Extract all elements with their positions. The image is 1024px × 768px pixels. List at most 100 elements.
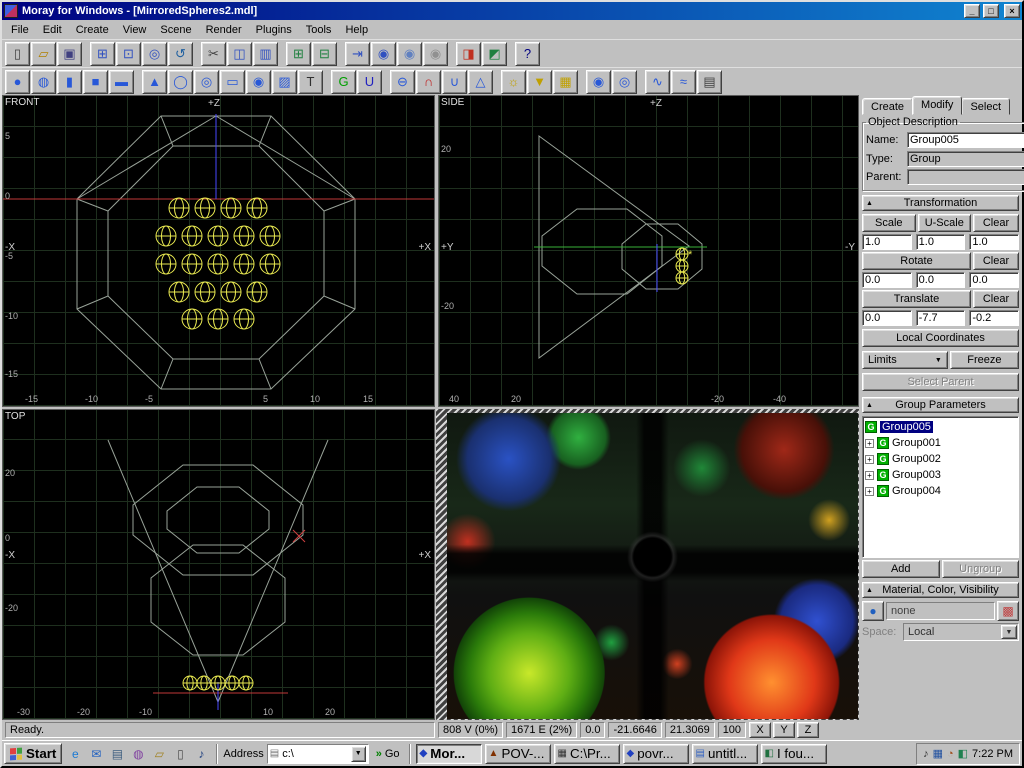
area-light-button[interactable]: ▦ (553, 70, 578, 94)
network-icon[interactable]: ◧ (958, 747, 968, 760)
translate-x-input[interactable] (862, 310, 912, 326)
tab-create[interactable]: Create (862, 98, 913, 115)
taskbar-window-button[interactable]: ◆Mor... (416, 744, 482, 764)
dropdown-arrow-icon[interactable]: ▼ (351, 746, 366, 762)
grid-increase-button[interactable]: ⊞ (286, 42, 311, 66)
scheduler-icon[interactable]: ◔ (947, 748, 954, 760)
space-dropdown[interactable]: Local ▼ (903, 623, 1019, 641)
create-ellipsoid-button[interactable]: ◍ (31, 70, 56, 94)
create-heightfield-button[interactable]: ▨ (272, 70, 297, 94)
material-preview-button[interactable]: ● (862, 601, 884, 621)
csg-merge-button[interactable]: ∪ (442, 70, 467, 94)
menu-item-scene[interactable]: Scene (153, 22, 198, 38)
start-button[interactable]: Start (4, 743, 62, 764)
create-cube-button[interactable]: ■ (83, 70, 108, 94)
color-picker-button[interactable]: ▩ (997, 601, 1019, 621)
render-scene-button[interactable]: ◨ (456, 42, 481, 66)
taskbar-window-button[interactable]: ▲POV-... (485, 744, 551, 764)
save-file-button[interactable]: ▣ (57, 42, 82, 66)
rotate-clear-button[interactable]: Clear (973, 252, 1019, 270)
snap-toggle-button[interactable]: ◉ (371, 42, 396, 66)
limits-dropdown[interactable]: Limits ▼ (862, 351, 948, 369)
rotate-button[interactable]: Rotate (862, 252, 971, 270)
menu-item-help[interactable]: Help (338, 22, 375, 38)
scale-x-input[interactable] (862, 234, 912, 250)
point-light-button[interactable]: ☼ (501, 70, 526, 94)
create-cone-button[interactable]: ▲ (142, 70, 167, 94)
help-button[interactable]: ? (515, 42, 540, 66)
restore-button[interactable]: □ (983, 4, 999, 18)
bounding-object-button[interactable]: △ (468, 70, 493, 94)
zoom-extents-button[interactable]: ⇥ (345, 42, 370, 66)
menu-item-render[interactable]: Render (199, 22, 249, 38)
create-camera-button[interactable]: ◉ (586, 70, 611, 94)
address-combo[interactable]: ▤ c:\ ▼ (267, 744, 369, 764)
close-button[interactable]: × (1004, 4, 1020, 18)
tree-expander-icon[interactable]: + (865, 455, 874, 464)
spot-light-button[interactable]: ▼ (527, 70, 552, 94)
rotate-y-input[interactable] (916, 272, 966, 288)
tab-select[interactable]: Select (961, 98, 1010, 115)
rotate-x-input[interactable] (862, 272, 912, 288)
add-button[interactable]: Add (862, 560, 940, 578)
internet-explorer-icon[interactable]: e (65, 744, 85, 764)
paste-button[interactable]: ▥ (253, 42, 278, 66)
name-input[interactable] (907, 132, 1024, 148)
create-union-button[interactable]: U (357, 70, 382, 94)
go-button[interactable]: » Go (372, 748, 404, 760)
create-blob-button[interactable]: ◉ (246, 70, 271, 94)
document-icon[interactable]: ▯ (170, 744, 190, 764)
translate-clear-button[interactable]: Clear (973, 290, 1019, 308)
tree-expander-icon[interactable]: + (865, 487, 874, 496)
group-tree-item[interactable]: +GGroup003 (865, 467, 1016, 483)
tree-expander-icon[interactable]: + (865, 471, 874, 480)
scale-y-input[interactable] (916, 234, 966, 250)
local-coordinates-button[interactable]: Local Coordinates (862, 329, 1019, 347)
taskbar-window-button[interactable]: ◧I fou... (761, 744, 827, 764)
volume-icon[interactable]: ♪ (923, 748, 929, 760)
axis-z-button[interactable]: Z (797, 722, 819, 738)
media-icon[interactable]: ♪ (191, 744, 211, 764)
create-plane-button[interactable]: ▭ (220, 70, 245, 94)
translate-button[interactable]: Translate (862, 290, 971, 308)
display-icon[interactable]: ▦ (933, 747, 943, 760)
group-tree-item[interactable]: +GGroup004 (865, 483, 1016, 499)
copy-button[interactable]: ◫ (227, 42, 252, 66)
create-cylinder-button[interactable]: ▮ (57, 70, 82, 94)
group-tree[interactable]: GGroup005+GGroup001+GGroup002+GGroup003+… (862, 416, 1019, 558)
group-tree-item[interactable]: +GGroup001 (865, 435, 1016, 451)
material-header[interactable]: ▲ Material, Color, Visibility (862, 582, 1019, 598)
csg-intersection-button[interactable]: ∩ (416, 70, 441, 94)
render-preview[interactable] (447, 413, 858, 719)
folder-icon[interactable]: ▱ (149, 744, 169, 764)
menu-item-plugins[interactable]: Plugins (249, 22, 299, 38)
create-sphere-button[interactable]: ● (5, 70, 30, 94)
rotate-z-input[interactable] (969, 272, 1019, 288)
create-sor-button[interactable]: ∿ (645, 70, 670, 94)
create-rounded-box-button[interactable]: ▬ (109, 70, 134, 94)
outlook-icon[interactable]: ✉ (86, 744, 106, 764)
create-sweep-button[interactable]: ≈ (671, 70, 696, 94)
menu-item-view[interactable]: View (116, 22, 154, 38)
group-tree-item[interactable]: GGroup005 (865, 419, 1016, 435)
viewport-top[interactable]: TOP -X +X 200-20-30-20-101020 (2, 409, 435, 720)
material-name-field[interactable]: none (886, 602, 995, 620)
new-file-button[interactable]: ▯ (5, 42, 30, 66)
open-file-button[interactable]: ▱ (31, 42, 56, 66)
preview-view-button[interactable]: ◎ (142, 42, 167, 66)
create-torus-button[interactable]: ◎ (194, 70, 219, 94)
freeze-button[interactable]: Freeze (950, 351, 1019, 369)
dropdown-arrow-icon[interactable]: ▼ (1001, 625, 1017, 639)
menu-item-edit[interactable]: Edit (36, 22, 69, 38)
titlebar[interactable]: Moray for Windows - [MirroredSpheres2.md… (2, 2, 1022, 20)
uscale-button[interactable]: U-Scale (918, 214, 972, 232)
create-group-button[interactable]: G (331, 70, 356, 94)
solid-view-button[interactable]: ⊡ (116, 42, 141, 66)
scale-button[interactable]: Scale (862, 214, 916, 232)
origin-toggle-button[interactable]: ◉ (397, 42, 422, 66)
scale-z-input[interactable] (969, 234, 1019, 250)
redraw-views-button[interactable]: ↺ (168, 42, 193, 66)
create-text-button[interactable]: T (298, 70, 323, 94)
taskbar-window-button[interactable]: ▦C:\Pr... (554, 744, 620, 764)
viewport-side[interactable]: * SIDE +Z +Y -Y 20-204020-20-40 (438, 95, 859, 407)
